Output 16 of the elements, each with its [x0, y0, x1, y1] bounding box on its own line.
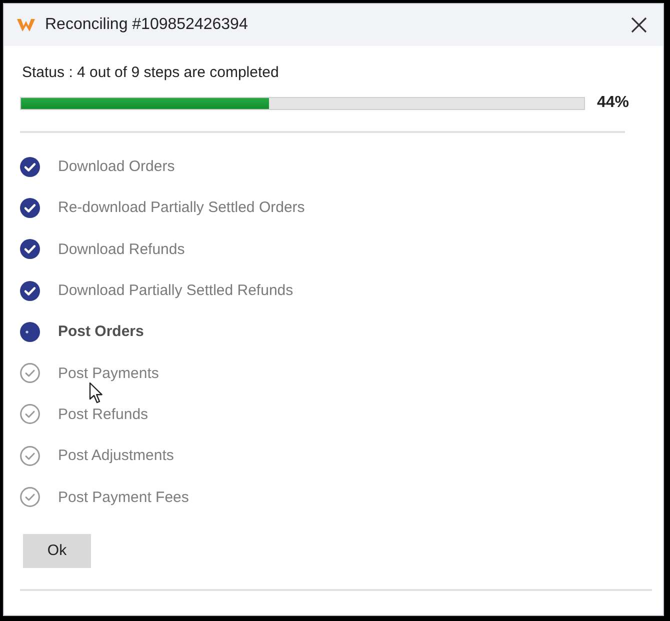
step-label: Post Adjustments	[58, 447, 174, 464]
step-label: Download Orders	[58, 158, 175, 176]
step-label: Download Refunds	[58, 240, 185, 258]
close-icon	[631, 17, 647, 33]
step-label: Post Orders	[58, 323, 144, 340]
window-title: Reconciling #109852426394	[45, 16, 248, 34]
step-label: Post Refunds	[58, 406, 148, 423]
step-label: Post Payment Fees	[58, 488, 189, 506]
step-label: Re-download Partially Settled Orders	[58, 199, 305, 216]
progress-percentage: 44%	[597, 94, 630, 112]
step-label: Download Partially Settled Refunds	[58, 282, 294, 300]
ok-button[interactable]: Ok	[23, 534, 91, 568]
status-text: Status : 4 out of 9 steps are completed	[22, 64, 279, 82]
mouse-pointer-icon	[89, 382, 103, 404]
logo-icon	[17, 18, 35, 32]
step-label: Post Payments	[58, 364, 159, 382]
